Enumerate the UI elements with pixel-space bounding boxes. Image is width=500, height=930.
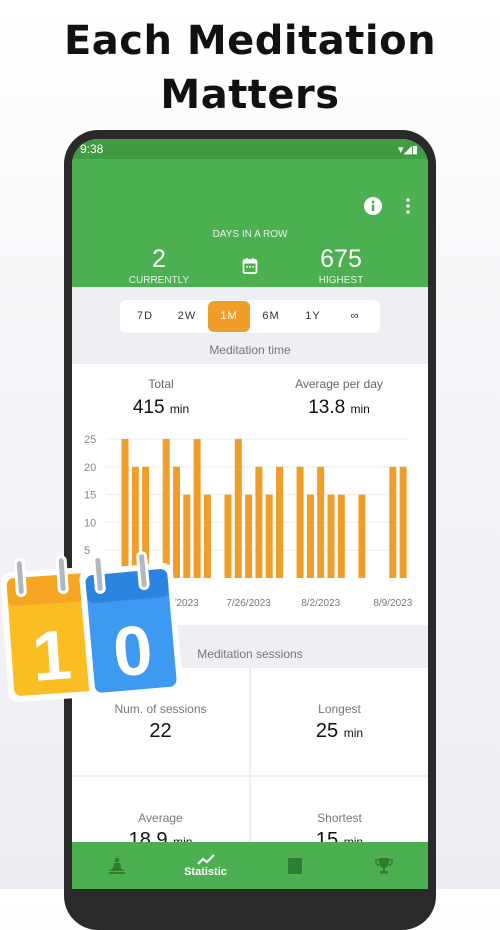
period-2w[interactable]: 2W [166,301,208,332]
bar [306,494,314,578]
status-time: 9:38 [80,142,104,156]
current-value: 2 [152,245,166,273]
current-label: CURRENTLY [128,275,190,286]
sticker-digit-1: 1 [30,615,74,696]
streak-title: DAYS IN A ROW [212,229,288,240]
streak-header: DAYS IN A ROW 2 CURRENTLY 675 HIGHEST [72,159,428,287]
trending-icon [196,853,215,865]
total-value: 415 min [72,397,250,419]
bar [255,466,263,578]
x-tick-label: 7/26/2023 [226,598,271,609]
cell-unit: min [343,726,364,740]
meditation-icon [108,857,125,874]
streak-highest: 675 HIGHEST [286,245,396,286]
bar [245,494,253,578]
cell-label: Longest [318,702,361,716]
bar [317,466,325,578]
avg-label: Average per day [295,377,383,391]
info-icon[interactable] [363,196,383,216]
bar [265,494,273,578]
headline-line1: Each Meditation [63,18,437,64]
avg-value: 13.8 min [250,397,428,419]
cell-value: 25 min [251,720,428,743]
x-tick-label: 8/9/2023 [373,598,412,609]
x-tick-label: 8/2/2023 [301,598,340,609]
nav-statistic[interactable]: Statistic [161,842,250,889]
total-label: Total [148,377,174,391]
period-1y[interactable]: 1Y [292,301,334,332]
status-icons: ▾◢▮ [397,143,418,156]
y-tick-label: 25 [84,434,96,446]
sticker-digit-2: 0 [110,610,156,691]
period-1m[interactable]: 1M [208,301,250,332]
trophy-icon [374,857,393,873]
bar [358,494,366,578]
book-icon [287,857,302,874]
period-selector: 7D 2W 1M 6M 1Y ∞ [120,300,380,333]
avg-number: 13.8 [308,397,346,418]
longest-cell: Longest 25 min [251,668,428,775]
bar [327,494,335,578]
bottom-nav: Statistic [72,842,428,889]
more-options-icon[interactable] [402,196,414,216]
headline-line2: Matters [160,72,340,118]
y-tick-label: 15 [84,490,96,502]
calendar-icon [242,258,258,274]
status-bar: 9:38 ▾◢▮ [72,139,428,159]
period-7d[interactable]: 7D [124,301,166,332]
bar [389,466,397,578]
bar [234,439,242,578]
y-tick-label: 10 [84,517,96,529]
nav-journal[interactable] [250,842,339,889]
nav-achievements[interactable] [339,842,428,889]
highest-label: HIGHEST [318,275,364,286]
bar [399,466,407,578]
y-tick-label: 20 [84,462,96,474]
cell-number: 25 [315,720,339,742]
bar [276,466,283,578]
sticker-card-2: 0 [79,551,183,699]
cell-label: Shortest [317,811,362,825]
bar [224,494,232,578]
calendar-sticker: 1 0 [0,551,183,703]
total-number: 415 [132,397,165,418]
total-unit: min [169,402,190,416]
bar [296,466,304,578]
highest-value: 675 [320,245,362,273]
streak-current: 2 CURRENTLY [104,245,214,286]
avg-unit: min [350,402,370,416]
cell-value: 22 [72,720,249,743]
period-all[interactable]: ∞ [334,301,376,332]
nav-statistic-label: Statistic [184,865,227,878]
bar [203,494,211,578]
meditation-time-title: Meditation time [209,343,291,357]
app-screen: 9:38 ▾◢▮ DAYS IN A ROW 2 CURRENTLY 675 H… [72,139,428,889]
cell-label: Average [138,811,183,825]
bar [337,494,345,578]
bar [193,439,201,578]
nav-meditate[interactable] [72,842,161,889]
cell-number: 22 [149,720,172,742]
period-6m[interactable]: 6M [250,301,292,332]
